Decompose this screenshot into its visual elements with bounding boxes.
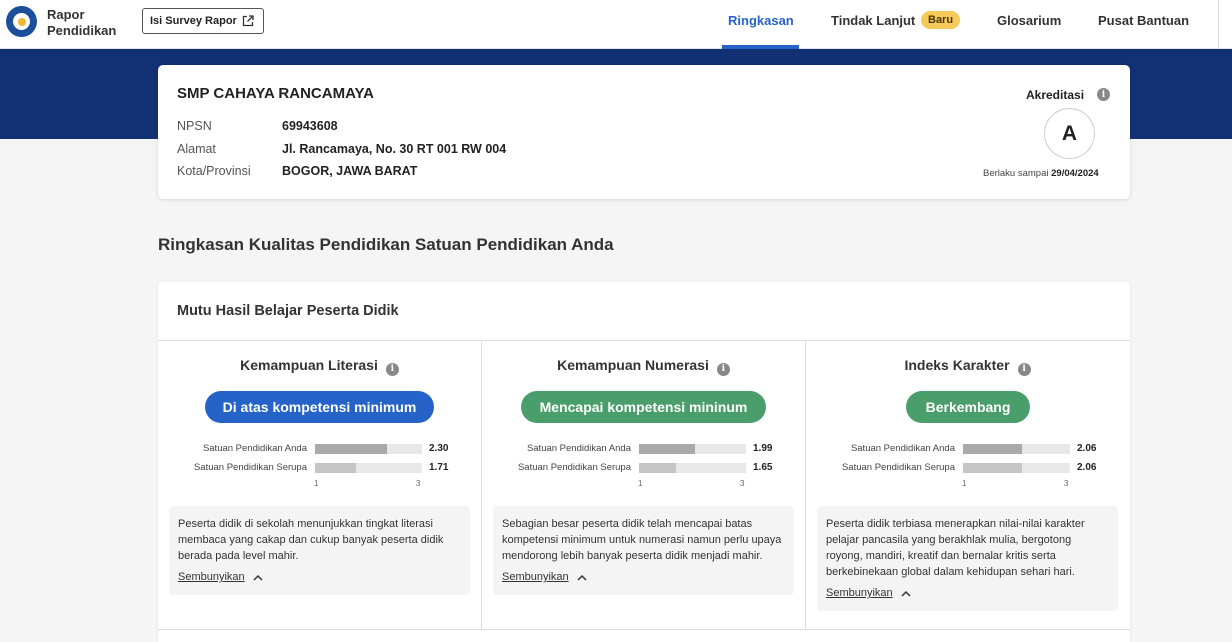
nav-pusat-bantuan[interactable]: Pusat Bantuan — [1098, 13, 1189, 28]
tut-wuri-logo-icon[interactable] — [6, 6, 37, 37]
divider — [158, 629, 1130, 630]
literasi-status-pill[interactable]: Di atas kompetensi minimum — [205, 391, 434, 423]
axis-tick-min: 1 — [314, 479, 319, 488]
nav-tindak-lanjut[interactable]: Tindak Lanjut — [831, 13, 915, 28]
hide-label: Sembunyikan — [502, 571, 569, 583]
chevron-up-icon — [253, 574, 263, 581]
bar-fill-school — [639, 444, 695, 454]
validity-label: Berlaku sampai — [983, 168, 1049, 179]
bar-value: 1.71 — [429, 462, 449, 473]
bar-track — [963, 444, 1070, 454]
brand-line2: Pendidikan — [47, 23, 117, 38]
karakter-title-row: Indeks Karakter i — [806, 357, 1129, 376]
literasi-description: Peserta didik di sekolah menunjukkan tin… — [178, 518, 444, 562]
literasi-description-box: Peserta didik di sekolah menunjukkan tin… — [169, 506, 470, 595]
bar-label: Satuan Pendidikan Serupa — [193, 462, 307, 473]
bar-fill-similar — [639, 463, 677, 473]
bar-value: 1.99 — [753, 443, 773, 454]
bar-track — [639, 444, 746, 454]
mutu-hasil-belajar-card: Mutu Hasil Belajar Peserta Didik Kemampu… — [158, 282, 1130, 642]
bar-value: 1.65 — [753, 462, 773, 473]
school-profile-card: SMP CAHAYA RANCAMAYA NPSN 69943608 Alama… — [158, 65, 1130, 199]
akreditasi-validity: Berlaku sampai 29/04/2024 — [983, 168, 1099, 179]
akreditasi-label: Akreditasi — [1026, 88, 1085, 102]
karakter-title: Indeks Karakter — [904, 357, 1010, 373]
bar-row-similar: Satuan Pendidikan Serupa 1.71 — [158, 462, 481, 474]
bar-track — [963, 463, 1070, 473]
school-name: SMP CAHAYA RANCAMAYA — [177, 85, 374, 102]
survey-button-label: Isi Survey Rapor — [150, 15, 237, 27]
bar-fill-similar — [963, 463, 1023, 473]
numerasi-title-row: Kemampuan Numerasi i — [482, 357, 805, 376]
bar-row-school: Satuan Pendidikan Anda 2.06 — [806, 443, 1129, 455]
survey-rapor-button[interactable]: Isi Survey Rapor — [142, 8, 264, 34]
hide-toggle[interactable]: Sembunyikan — [178, 571, 263, 583]
axis-tick-max: 3 — [740, 479, 745, 488]
brand-line1: Rapor — [47, 7, 85, 22]
bar-label: Satuan Pendidikan Serupa — [841, 462, 955, 473]
numerasi-column: Kemampuan Numerasi i Mencapai kompetensi … — [482, 341, 805, 629]
chevron-up-icon — [577, 574, 587, 581]
karakter-status-pill[interactable]: Berkembang — [906, 391, 1030, 423]
top-navbar: Rapor Pendidikan Isi Survey Rapor Ringka… — [0, 0, 1232, 49]
bar-fill-school — [315, 444, 388, 454]
nav-glosarium[interactable]: Glosarium — [997, 13, 1061, 28]
validity-date: 29/04/2024 — [1051, 168, 1099, 179]
karakter-column: Indeks Karakter i Berkembang Satuan Pendi… — [806, 341, 1129, 629]
axis-tick-min: 1 — [638, 479, 643, 488]
numerasi-description: Sebagian besar peserta didik telah menca… — [502, 518, 782, 562]
numerasi-status-pill[interactable]: Mencapai kompetensi mininum — [521, 391, 766, 423]
bar-value: 2.06 — [1077, 462, 1097, 473]
npsn-value: 69943608 — [282, 119, 338, 133]
literasi-title-row: Kemampuan Literasi i — [158, 357, 481, 376]
karakter-description-box: Peserta didik terbiasa menerapkan nilai-… — [817, 506, 1118, 611]
kota-label: Kota/Provinsi — [177, 164, 251, 178]
alamat-label: Alamat — [177, 142, 216, 156]
hide-toggle[interactable]: Sembunyikan — [826, 587, 911, 599]
npsn-label: NPSN — [177, 119, 212, 133]
bar-track — [639, 463, 746, 473]
bar-track — [315, 463, 422, 473]
bar-row-similar: Satuan Pendidikan Serupa 2.06 — [806, 462, 1129, 474]
hide-label: Sembunyikan — [178, 571, 245, 583]
bar-row-school: Satuan Pendidikan Anda 2.30 — [158, 443, 481, 455]
bar-label: Satuan Pendidikan Anda — [526, 443, 631, 454]
bar-value: 2.30 — [429, 443, 449, 454]
external-link-icon — [242, 15, 254, 27]
chevron-up-icon — [901, 590, 911, 597]
bar-fill-similar — [315, 463, 356, 473]
info-icon[interactable]: i — [716, 362, 730, 376]
axis-tick-max: 3 — [1064, 479, 1069, 488]
akreditasi-grade: A — [1044, 108, 1095, 159]
new-badge: Baru — [921, 11, 961, 29]
mutu-title: Mutu Hasil Belajar Peserta Didik — [177, 303, 399, 319]
nav-active-indicator — [722, 45, 799, 49]
bar-label: Satuan Pendidikan Anda — [850, 443, 955, 454]
bar-row-similar: Satuan Pendidikan Serupa 1.65 — [482, 462, 805, 474]
section-title: Ringkasan Kualitas Pendidikan Satuan Pen… — [158, 235, 614, 254]
bar-label: Satuan Pendidikan Anda — [202, 443, 307, 454]
nav-ringkasan[interactable]: Ringkasan — [728, 13, 794, 28]
karakter-description: Peserta didik terbiasa menerapkan nilai-… — [826, 518, 1085, 578]
info-icon[interactable]: i — [1097, 88, 1110, 101]
literasi-title: Kemampuan Literasi — [240, 357, 378, 373]
alamat-value: Jl. Rancamaya, No. 30 RT 001 RW 004 — [282, 142, 507, 156]
hide-label: Sembunyikan — [826, 587, 893, 599]
numerasi-title: Kemampuan Numerasi — [557, 357, 709, 373]
bar-fill-school — [963, 444, 1023, 454]
info-icon[interactable]: i — [385, 362, 399, 376]
bar-label: Satuan Pendidikan Serupa — [517, 462, 631, 473]
info-icon[interactable]: i — [1017, 362, 1031, 376]
divider — [1218, 0, 1219, 49]
bar-row-school: Satuan Pendidikan Anda 1.99 — [482, 443, 805, 455]
kota-value: BOGOR, JAWA BARAT — [282, 164, 418, 178]
axis-tick-min: 1 — [962, 479, 967, 488]
bar-value: 2.06 — [1077, 443, 1097, 454]
hide-toggle[interactable]: Sembunyikan — [502, 571, 587, 583]
axis-tick-max: 3 — [416, 479, 421, 488]
bar-track — [315, 444, 422, 454]
brand-name[interactable]: Rapor Pendidikan — [47, 7, 116, 39]
literasi-column: Kemampuan Literasi i Di atas kompetensi m… — [158, 341, 481, 629]
numerasi-description-box: Sebagian besar peserta didik telah menca… — [493, 506, 794, 595]
